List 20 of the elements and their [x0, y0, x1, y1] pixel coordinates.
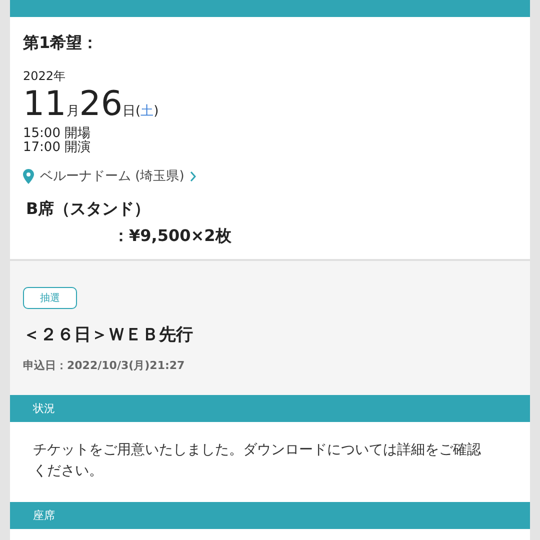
lottery-badge: 抽選 — [23, 287, 77, 309]
seat-price: ：¥9,500×2枚 — [113, 226, 232, 247]
event-day: 26 — [79, 87, 123, 121]
month-unit: 月 — [66, 105, 80, 118]
day-unit: 日 — [122, 105, 136, 118]
preference-label: 第1希望： — [23, 33, 100, 54]
section-header: 状況 — [10, 395, 530, 422]
event-month: 11 — [23, 87, 66, 121]
venue-link[interactable]: ベルーナドーム (埼玉県) — [40, 167, 184, 185]
seat-type: B席（スタンド） — [26, 199, 152, 220]
chevron-right-icon[interactable] — [190, 170, 196, 182]
location-pin-icon — [23, 168, 34, 184]
event-time: 15:00 開場 — [23, 127, 91, 141]
application-date: 申込日：2022/10/3(月)21:27 — [23, 358, 186, 373]
status-message: チケットをご用意いたしました。ダウンロードについては詳細をご確認ください。 — [33, 441, 482, 481]
event-weekday: (土) — [136, 105, 159, 118]
section-header: 座席 — [10, 502, 530, 529]
event-year: 2022年 — [23, 68, 67, 85]
event-time: 17:00 開演 — [23, 141, 91, 155]
sale-title: ＜２６日＞ＷＥＢ先行 — [23, 324, 194, 346]
